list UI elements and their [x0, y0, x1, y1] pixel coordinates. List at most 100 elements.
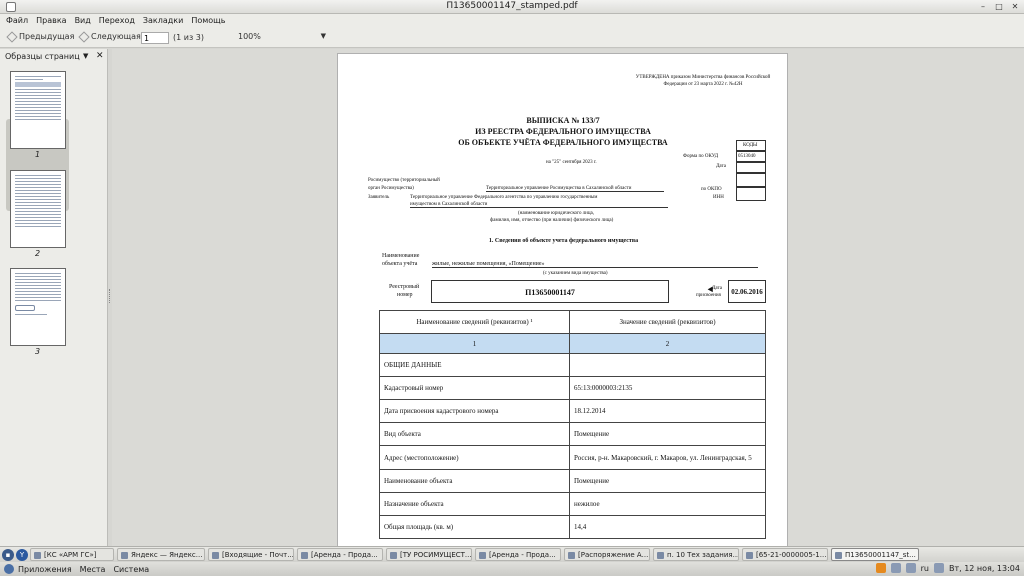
minimize-icon[interactable]: –	[978, 2, 988, 12]
arrow-up-icon	[6, 30, 18, 43]
volume-icon[interactable]	[905, 563, 916, 573]
sidebar-title: Образцы страниц	[5, 52, 80, 61]
doc-title-line3: ОБ ОБЪЕКТЕ УЧЁТА ФЕДЕРАЛЬНОГО ИМУЩЕСТВА	[458, 138, 668, 147]
table-header-row: Наименование сведений (реквизитов) ¹ Зна…	[379, 310, 766, 334]
sidebar-thumbnails: Образцы страниц ▼ ✕ 1 2 3	[0, 49, 108, 546]
taskbar-item-label: [Входящие - Почт...	[222, 551, 294, 559]
table-row: Кадастровый номер 65:13:0000003:2135	[379, 376, 766, 400]
taskbar-item[interactable]: [Распоряжение А...	[564, 548, 650, 561]
document-icon	[479, 551, 486, 559]
table-cell: Россия, р-н. Макаровский, г. Макаров, ул…	[569, 445, 766, 470]
taskbar-item[interactable]: [ТУ РОСИМУЩЕСТ...	[386, 548, 472, 561]
table-cell: Назначение объекта	[379, 492, 570, 516]
arrow-down-icon	[78, 30, 90, 43]
rosim-label-1: Росимущество (территориальный	[368, 178, 440, 183]
object-label-1: Наименование	[382, 253, 420, 259]
taskbar-item[interactable]: Яндекс — Яндекс...	[117, 548, 205, 561]
taskbar-item[interactable]: [Аренда - Прода...	[297, 548, 383, 561]
taskbar-item-active[interactable]: П13650001147_st...	[831, 548, 919, 561]
table-cell: Наименование объекта	[379, 469, 570, 493]
taskbar-item-label: [Аренда - Прода...	[311, 551, 378, 559]
maximize-icon[interactable]: □	[994, 2, 1004, 12]
menu-help[interactable]: Помощь	[191, 14, 230, 28]
thumbnail-number: 1	[35, 150, 41, 159]
table-cell	[569, 353, 766, 377]
codes-header: КОДЫ	[743, 143, 758, 148]
table-header-cell: Наименование сведений (реквизитов) ¹	[379, 310, 570, 334]
assign-label-2: присвоения	[696, 293, 721, 298]
taskbar-item[interactable]: [65-21-0000005-1...	[742, 548, 828, 561]
taskbar-item[interactable]: [Аренда - Прода...	[475, 548, 561, 561]
menu-system[interactable]: Система	[113, 565, 149, 574]
registry-number: П13650001147	[431, 280, 669, 303]
page-count: (1 из 3)	[173, 33, 204, 42]
thumbnail-number: 2	[35, 249, 41, 258]
odnoklassniki-icon[interactable]	[875, 563, 886, 573]
table-row: Общая площадь (кв. м) 14,4	[379, 515, 766, 539]
keyboard-layout[interactable]: ru	[921, 564, 929, 573]
menu-go[interactable]: Переход	[99, 14, 140, 28]
menu-file[interactable]: Файл	[6, 14, 33, 28]
mail-icon	[212, 551, 219, 559]
menu-bar: Файл Правка Вид Переход Закладки Помощь	[0, 14, 1024, 28]
table-cell: Помещение	[569, 422, 766, 446]
zoom-select[interactable]: 100% ▼	[238, 32, 328, 44]
title-bar: П13650001147_stamped.pdf – □ ✕	[0, 0, 1024, 14]
document-icon	[390, 551, 397, 559]
table-header-cell: Значение сведений (реквизитов)	[569, 310, 766, 334]
table-cell: 65:13:0000003:2135	[569, 376, 766, 400]
taskbar-item[interactable]: п. 10 Тех задания...	[653, 548, 739, 561]
page-thumbnail-2[interactable]	[10, 170, 66, 248]
document-view[interactable]: УТВЕРЖДЕНА приказом Министерства финансо…	[112, 49, 1024, 546]
menu-applications[interactable]: Приложения	[18, 565, 72, 574]
previous-page-button[interactable]: Предыдущая	[6, 30, 74, 43]
close-sidebar-icon[interactable]: ✕	[96, 51, 104, 61]
date-label: Дата	[716, 164, 726, 169]
taskbar-item[interactable]: [Входящие - Почт...	[208, 548, 294, 561]
sidebar-header: Образцы страниц ▼ ✕	[0, 49, 107, 63]
network-icon[interactable]	[890, 563, 901, 573]
document-icon	[568, 551, 575, 559]
page-thumbnail-1[interactable]	[10, 71, 66, 149]
yandex-browser-icon[interactable]: Y	[16, 548, 28, 561]
table-number-cell: 2	[569, 333, 766, 354]
window-title: П13650001147_stamped.pdf	[446, 1, 578, 11]
applicant-value-1: Территориальное управление Федерального …	[410, 195, 598, 200]
taskbar-item[interactable]: [КС «АРМ ГС»]	[30, 548, 114, 561]
window-icon	[34, 551, 41, 559]
applicant-note-2: фамилия, имя, отчество (при наличии) физ…	[490, 218, 614, 223]
table-row: Наименование объекта Помещение	[379, 469, 766, 493]
table-row: Назначение объекта нежилое	[379, 492, 766, 516]
page-thumbnail-3[interactable]	[10, 268, 66, 346]
page-number-input[interactable]	[141, 32, 169, 44]
table-cell: 18.12.2014	[569, 399, 766, 423]
table-cell: нежилое	[569, 492, 766, 516]
menu-view[interactable]: Вид	[75, 14, 96, 28]
document-icon	[657, 551, 664, 559]
chevron-down-icon[interactable]: ▼	[83, 52, 88, 60]
object-info-table: Наименование сведений (реквизитов) ¹ Зна…	[379, 310, 766, 539]
menu-edit[interactable]: Правка	[36, 14, 71, 28]
menu-places[interactable]: Места	[80, 565, 106, 574]
table-cell: Кадастровый номер	[379, 376, 570, 400]
thumbnail-number: 3	[35, 347, 41, 356]
table-row: Дата присвоения кадастрового номера 18.1…	[379, 399, 766, 423]
table-row: ОБЩИЕ ДАННЫЕ	[379, 353, 766, 377]
os-logo-icon	[4, 564, 14, 574]
taskbar-item-label: п. 10 Тех задания...	[667, 551, 739, 559]
next-page-button[interactable]: Следующая	[78, 30, 141, 43]
taskbar: ▪ Y [КС «АРМ ГС»] Яндекс — Яндекс... [Вх…	[0, 546, 1024, 562]
toolbar: Предыдущая Следующая (1 из 3) 100% ▼	[0, 28, 1024, 48]
chevron-down-icon: ▼	[320, 32, 326, 40]
clock[interactable]: Вт, 12 ноя, 13:04	[949, 564, 1020, 573]
table-row: Адрес (местоположение) Россия, р-н. Мака…	[379, 445, 766, 470]
table-number-cell: 1	[379, 333, 570, 354]
table-row: Вид объекта Помещение	[379, 422, 766, 446]
close-icon[interactable]: ✕	[1010, 2, 1020, 12]
menu-bookmarks[interactable]: Закладки	[143, 14, 188, 28]
object-value: жилые, нежилые помещения, «Помещение»	[432, 261, 758, 268]
show-desktop-icon[interactable]: ▪	[2, 548, 14, 561]
browser-icon	[121, 551, 128, 559]
system-panel: Приложения Места Система ru Вт, 12 ноя, …	[0, 562, 1024, 576]
taskbar-item-label: [65-21-0000005-1...	[756, 551, 827, 559]
